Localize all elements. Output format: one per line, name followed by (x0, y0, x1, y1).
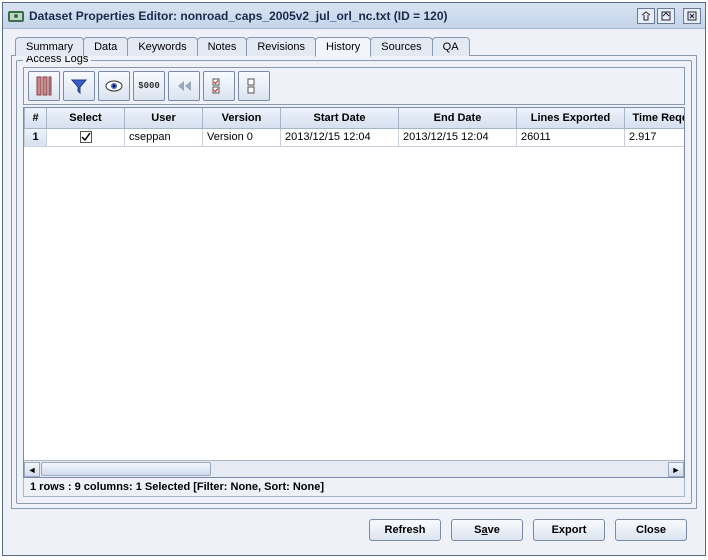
tab-qa[interactable]: QA (432, 37, 470, 56)
tab-summary[interactable]: Summary (15, 37, 84, 56)
scroll-left-icon[interactable]: ◄ (24, 462, 40, 477)
table-row[interactable]: 1 cseppan Version 0 2013/12/15 12:04 201… (25, 128, 686, 146)
tab-notes[interactable]: Notes (197, 37, 248, 56)
cell-time-reqd: 2.917 (625, 128, 686, 146)
filter-icon[interactable] (63, 71, 95, 101)
close-icon[interactable] (683, 8, 701, 24)
app-icon (7, 7, 25, 25)
scroll-thumb[interactable] (41, 462, 211, 476)
cell-version: Version 0 (203, 128, 281, 146)
window-controls (637, 8, 701, 24)
refresh-button[interactable]: Refresh (369, 519, 441, 541)
access-log-table: # Select User Version Start Date End Dat… (24, 108, 685, 147)
window-title: Dataset Properties Editor: nonroad_caps_… (29, 9, 633, 23)
tab-sources[interactable]: Sources (370, 37, 432, 56)
cell-lines-exported: 26011 (517, 128, 625, 146)
access-logs-fieldset: Access Logs $000 (16, 60, 692, 504)
cell-end-date: 2013/12/15 12:04 (399, 128, 517, 146)
first-icon[interactable] (168, 71, 200, 101)
cell-user: cseppan (125, 128, 203, 146)
tab-body: Access Logs $000 (11, 55, 697, 509)
close-button[interactable]: Close (615, 519, 687, 541)
tab-data[interactable]: Data (83, 37, 128, 56)
col-select[interactable]: Select (47, 108, 125, 128)
cell-start-date: 2013/12/15 12:04 (281, 128, 399, 146)
col-end-date[interactable]: End Date (399, 108, 517, 128)
checklist-icon[interactable] (203, 71, 235, 101)
table-empty-area (24, 147, 684, 461)
col-user[interactable]: User (125, 108, 203, 128)
button-row: Refresh Save Export Close (11, 509, 697, 547)
maximize-icon[interactable] (657, 8, 675, 24)
table-header-row: # Select User Version Start Date End Dat… (25, 108, 686, 128)
col-start-date[interactable]: Start Date (281, 108, 399, 128)
col-num[interactable]: # (25, 108, 47, 128)
table-toolbar: $000 (23, 67, 685, 105)
minimize-inner-icon[interactable] (637, 8, 655, 24)
table-wrap: # Select User Version Start Date End Dat… (23, 107, 685, 478)
cell-select[interactable] (47, 128, 125, 146)
col-version[interactable]: Version (203, 108, 281, 128)
format-icon[interactable]: $000 (133, 71, 165, 101)
eye-icon[interactable] (98, 71, 130, 101)
table-status: 1 rows : 9 columns: 1 Selected [Filter: … (23, 478, 685, 497)
content-area: Summary Data Keywords Notes Revisions Hi… (3, 29, 705, 555)
unchecklist-icon[interactable] (238, 71, 270, 101)
horizontal-scrollbar[interactable]: ◄ ► (24, 460, 684, 477)
tab-row: Summary Data Keywords Notes Revisions Hi… (11, 37, 697, 56)
scroll-right-icon[interactable]: ► (668, 462, 684, 477)
col-time-reqd[interactable]: Time Reqd. (s (625, 108, 686, 128)
checkbox-checked-icon[interactable] (80, 131, 92, 143)
col-lines-exported[interactable]: Lines Exported (517, 108, 625, 128)
export-button[interactable]: Export (533, 519, 605, 541)
tab-history[interactable]: History (315, 37, 371, 57)
cell-rownum: 1 (25, 128, 47, 146)
titlebar: Dataset Properties Editor: nonroad_caps_… (3, 3, 705, 29)
tab-keywords[interactable]: Keywords (127, 37, 197, 56)
tab-revisions[interactable]: Revisions (246, 37, 316, 56)
columns-icon[interactable] (28, 71, 60, 101)
save-button[interactable]: Save (451, 519, 523, 541)
editor-window: Dataset Properties Editor: nonroad_caps_… (2, 2, 706, 556)
